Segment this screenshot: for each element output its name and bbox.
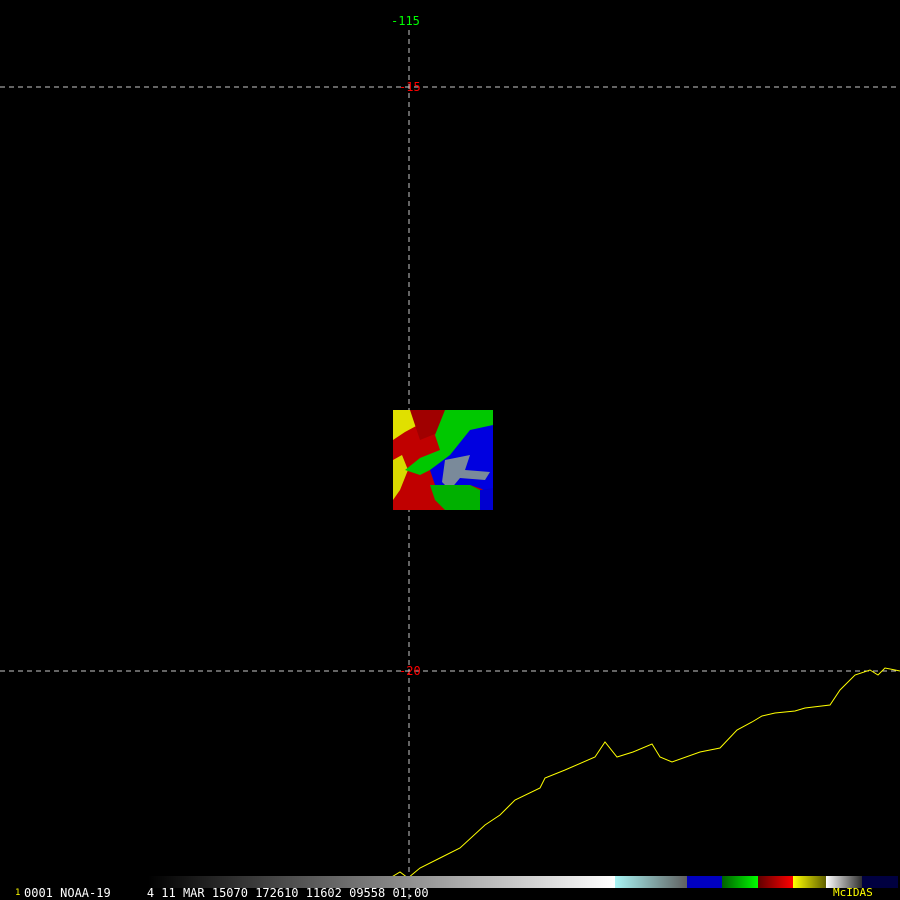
longitude-label: -115 xyxy=(391,14,420,28)
frame-number: 1 xyxy=(15,888,21,898)
satellite-image-display: -115 -15 -20 1 0001 NOAA-19 4 11 MAR 150… xyxy=(0,0,900,900)
satellite-image-patch xyxy=(393,410,493,510)
coastline xyxy=(379,667,900,885)
map-canvas xyxy=(0,30,900,900)
latitude-label-15: -15 xyxy=(399,80,421,94)
latitude-label-20: -20 xyxy=(399,664,421,678)
mcidas-logo: McIDAS xyxy=(833,886,873,899)
image-info: 0001 NOAA-19 4 11 MAR 15070 172610 11602… xyxy=(24,886,429,900)
